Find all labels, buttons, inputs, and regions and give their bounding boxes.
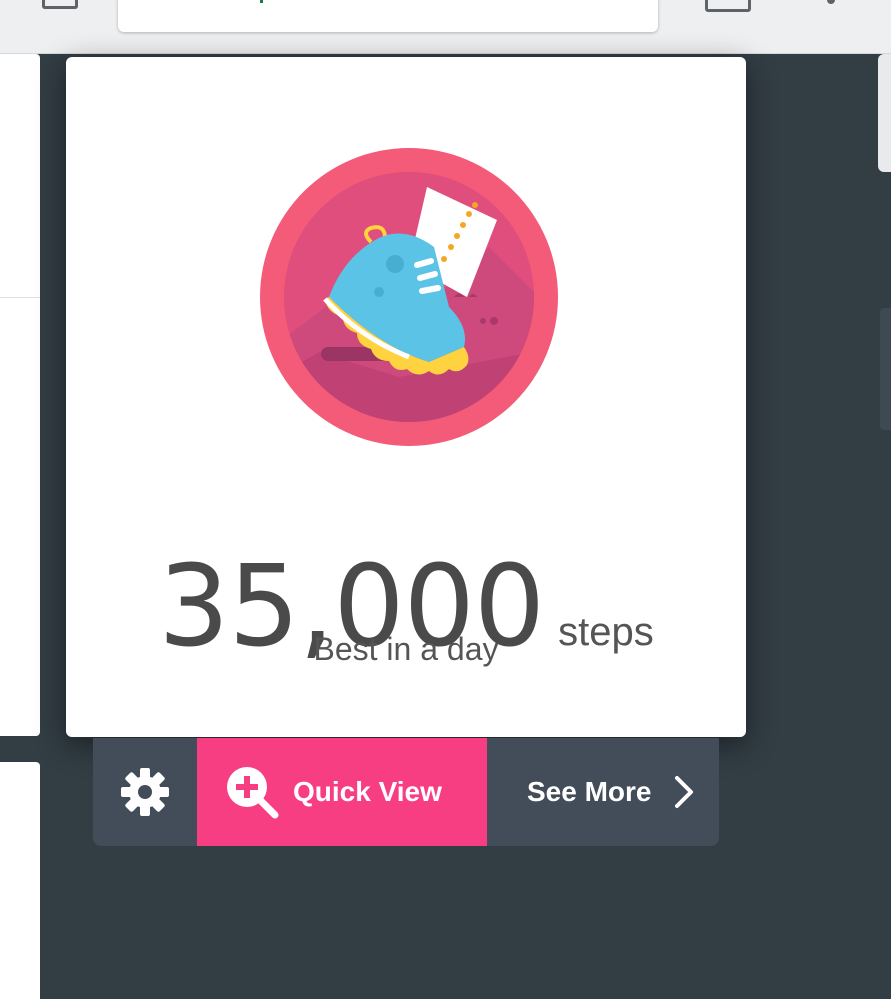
text-caret bbox=[260, 0, 263, 3]
scrollbar-track[interactable] bbox=[878, 54, 891, 172]
background-panel bbox=[0, 54, 40, 736]
chevron-right-icon bbox=[674, 776, 693, 808]
card-action-bar: Quick View See More bbox=[93, 738, 719, 846]
divider bbox=[0, 297, 40, 298]
scrollbar-thumb[interactable] bbox=[880, 308, 891, 430]
quick-view-label: Quick View bbox=[293, 776, 442, 807]
see-more-button[interactable]: See More bbox=[487, 738, 719, 846]
tabs-icon[interactable] bbox=[705, 0, 751, 12]
tab-icon[interactable] bbox=[42, 0, 78, 9]
see-more-label: See More bbox=[527, 776, 652, 807]
address-bar[interactable] bbox=[118, 0, 658, 32]
badge-card: 35,000 steps Best in a day bbox=[66, 57, 746, 737]
achievement-subtitle: Best in a day bbox=[313, 631, 499, 667]
sneaker-badge-icon bbox=[260, 148, 558, 446]
zoom-plus-icon bbox=[227, 767, 279, 819]
quick-view-button[interactable]: Quick View bbox=[197, 738, 487, 846]
gear-icon bbox=[121, 768, 169, 816]
browser-top-bar bbox=[0, 0, 891, 54]
background-panel-lower bbox=[0, 762, 40, 999]
menu-icon[interactable] bbox=[827, 0, 835, 4]
settings-button[interactable] bbox=[93, 738, 197, 846]
